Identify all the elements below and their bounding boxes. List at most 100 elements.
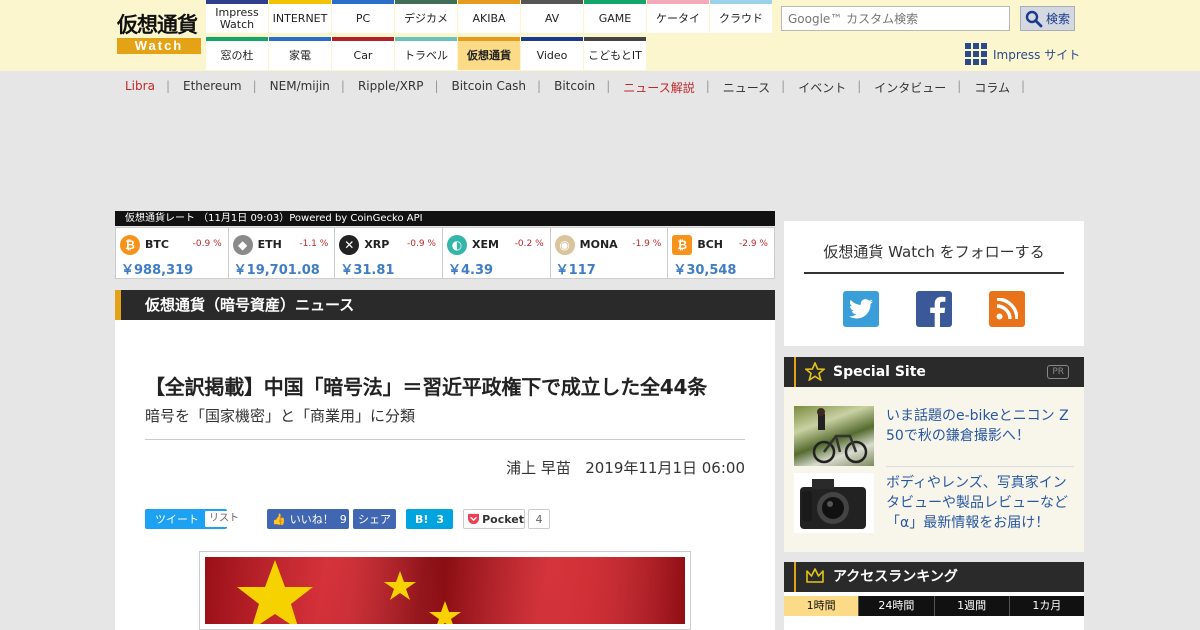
byline: 浦上 早苗 2019年11月1日 06:00 (506, 457, 745, 478)
rate-symbol: BCH (697, 238, 723, 251)
ranking-tab-1m[interactable]: 1カ月 (1009, 596, 1084, 616)
rate-xrp[interactable]: ✕ XRP -0.9 % ￥31.81 (335, 228, 443, 278)
subnav-item[interactable]: インタビュー (874, 79, 946, 95)
rate-symbol: XEM (472, 238, 499, 251)
rss-icon (996, 298, 1018, 320)
tweet-button[interactable]: ツイート リスト (145, 509, 243, 529)
subnav-item[interactable]: Ripple/XRP (358, 79, 423, 95)
twitter-icon (849, 299, 873, 319)
subnav-item[interactable]: Bitcoin Cash (451, 79, 526, 95)
rate-eth[interactable]: ◆ ETH -1.1 % ￥19,701.08 (229, 228, 336, 278)
special-site-item-text: いま話題のe-bikeとニコン Z 50で秋の鎌倉撮影へ！ (886, 408, 1069, 444)
bitcoin-icon: ₿ (120, 235, 140, 255)
thumbs-up-icon: 👍 (272, 512, 286, 526)
rate-change: -0.9 % (192, 239, 222, 249)
subnav-item[interactable]: ニュース解説 (623, 79, 694, 95)
rss-follow-button[interactable] (989, 291, 1025, 327)
ranking-header: アクセスランキング (784, 562, 1084, 592)
camera-photo (794, 473, 874, 533)
nav-item-5[interactable]: AKIBA (458, 0, 520, 33)
rates-title: 仮想通貨レート （11月1日 09:03）Powered by CoinGeck… (115, 211, 775, 226)
nav-item-4[interactable]: トラベル (395, 37, 457, 70)
subnav-item[interactable]: Bitcoin (554, 79, 595, 95)
nav-item-1[interactable]: 窓の杜 (206, 37, 268, 70)
like-count: 9 (339, 512, 347, 526)
rate-symbol: XRP (364, 238, 390, 251)
pocket-button[interactable]: Pocket (463, 509, 525, 529)
nem-icon: ◐ (447, 235, 467, 255)
rate-symbol: MONA (579, 238, 618, 251)
article-title: 【全訳掲載】中国「暗号法」＝習近平政権下で成立した全44条 (145, 375, 708, 399)
nav-item-3[interactable]: Car (332, 37, 394, 70)
rate-change: -1.9 % (632, 239, 662, 249)
pr-badge: PR (1047, 365, 1069, 379)
rate-xem[interactable]: ◐ XEM -0.2 % ￥4.39 (443, 228, 551, 278)
special-site-item[interactable]: ボディやレンズ、写真家インタビューや製品レビューなど「α」最新情報をお届け！ (794, 473, 1075, 533)
follow-box: 仮想通貨 Watch をフォローする (784, 221, 1084, 346)
ranking-tab-24h[interactable]: 24時間 (859, 596, 935, 616)
rate-symbol: BTC (145, 238, 169, 251)
nav-item-9[interactable]: クラウド (710, 0, 772, 33)
china-flag-image (205, 557, 685, 624)
twitter-follow-button[interactable] (843, 291, 879, 327)
nav-item-7[interactable]: GAME (584, 0, 646, 33)
subnav-item[interactable]: Ethereum (183, 79, 242, 95)
facebook-follow-button[interactable] (916, 291, 952, 327)
nav-item-3[interactable]: PC (332, 0, 394, 33)
hatena-bookmark-button[interactable]: B! 3 (406, 509, 453, 529)
search-input[interactable] (781, 6, 1010, 31)
ranking-tab-1w[interactable]: 1週間 (934, 596, 1010, 616)
rate-price: ￥4.39 (448, 263, 494, 278)
subnav-item[interactable]: ニュース (723, 79, 770, 95)
special-site-item-text: ボディやレンズ、写真家インタビューや製品レビューなど「α」最新情報をお届け！ (886, 475, 1068, 531)
like-label: いいね！ (289, 513, 334, 526)
subnav-item[interactable]: コラム (974, 79, 1010, 95)
subnav-separator: | (165, 79, 170, 93)
ranking-tabs: 1時間 24時間 1週間 1カ月 (784, 596, 1084, 616)
crypto-rates: ₿ BTC -0.9 % ￥988,319 ◆ ETH -1.1 % ￥19,701.08 ✕ X… (115, 227, 775, 279)
nav-item-2[interactable]: 家電 (269, 37, 331, 70)
logo-text: 仮想通貨 (117, 13, 198, 37)
subnav-separator: | (537, 79, 542, 93)
special-site-item[interactable]: いま話題のe-bikeとニコン Z 50で秋の鎌倉撮影へ！ (794, 406, 1075, 466)
subnav-item[interactable]: NEM/mijin (270, 79, 330, 95)
rate-change: -0.9 % (407, 239, 436, 249)
nav-item-8[interactable]: ケータイ (647, 0, 709, 33)
site-logo[interactable]: 仮想通貨 Watch (117, 13, 201, 56)
list-button[interactable]: リスト (205, 511, 243, 527)
search-button[interactable]: 検索 (1020, 6, 1075, 31)
author: 浦上 早苗 (506, 459, 571, 477)
nav-item-7[interactable]: こどもとIT (584, 37, 646, 70)
like-button[interactable]: 👍 いいね！ 9 (267, 509, 349, 529)
rate-btc[interactable]: ₿ BTC -0.9 % ￥988,319 (116, 228, 229, 278)
nav-item-6[interactable]: AV (521, 0, 583, 33)
rate-change: -2.9 % (739, 239, 768, 249)
impress-site-link[interactable]: Impress サイト (965, 42, 1080, 66)
rate-mona[interactable]: ◉ MONA -1.9 % ￥117 (551, 228, 669, 278)
rate-price: ￥30,548 (673, 263, 737, 278)
follow-title: 仮想通貨 Watch をフォローする (804, 241, 1064, 274)
subnav-separator: | (857, 79, 862, 93)
subnav-item[interactable]: イベント (798, 79, 846, 95)
subnav-item[interactable]: Libra (125, 79, 155, 95)
nav-item-1[interactable]: Impress Watch (206, 0, 268, 33)
subnav-separator: | (705, 79, 710, 93)
rate-price: ￥31.81 (340, 263, 395, 278)
subnav-separator: | (1020, 79, 1026, 93)
nav-item-2[interactable]: INTERNET (269, 0, 331, 33)
ranking-tab-1h[interactable]: 1時間 (784, 596, 860, 616)
bitcoin-cash-icon: ₿ (672, 235, 693, 255)
nav-item-5[interactable]: 仮想通貨 (458, 37, 520, 70)
site-header: 仮想通貨 Watch Impress Watch INTERNET PC デジカメ AK… (0, 0, 1200, 71)
nav-item-6[interactable]: Video (521, 37, 583, 70)
impress-site-label: Impress サイト (993, 47, 1081, 62)
facebook-share-button[interactable]: シェア (353, 509, 396, 529)
rate-change: -0.2 % (514, 239, 544, 249)
nav-item-4[interactable]: デジカメ (395, 0, 457, 33)
article-image (199, 551, 691, 630)
rate-bch[interactable]: ₿ BCH -2.9 % ￥30,548 (668, 228, 774, 278)
logo-watch: Watch (117, 38, 201, 54)
ranking-title: アクセスランキング (833, 569, 958, 585)
publish-date: 2019年11月1日 06:00 (585, 459, 745, 477)
category-subnav: Libra | Ethereum | NEM/mijin | Ripple/XRP | Bitc… (125, 79, 1038, 95)
